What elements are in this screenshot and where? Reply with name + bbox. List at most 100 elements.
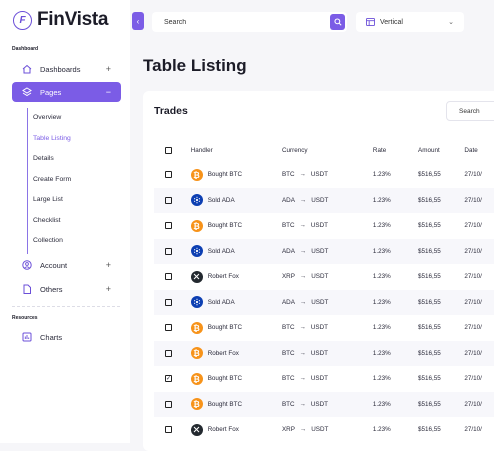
- currency-to: USDT: [310, 324, 329, 332]
- row-checkbox[interactable]: [165, 324, 172, 332]
- date-cell: 27/10/: [464, 400, 482, 408]
- row-checkbox[interactable]: [165, 222, 172, 230]
- handler-name: Robert Fox: [207, 273, 239, 281]
- search-button[interactable]: [330, 14, 345, 30]
- row-checkbox[interactable]: ✓: [165, 375, 172, 383]
- handler-name: Sold ADA: [207, 247, 235, 255]
- subnav-item-details[interactable]: Details: [33, 155, 54, 162]
- table-row[interactable]: Sold ADA ADA → USDT 1.23% $516,55 27/10/: [154, 238, 494, 264]
- arrow-right-icon: →: [299, 324, 306, 332]
- table-row[interactable]: Sold ADA ADA → USDT 1.23% $516,55 27/10/: [154, 289, 494, 315]
- sidebar-collapse-button[interactable]: ‹: [132, 12, 144, 30]
- table-row[interactable]: ✓ ₿ Bought BTC BTC → USDT 1.23% $516,55 27/10/: [154, 366, 494, 392]
- ripple-icon: [190, 270, 203, 283]
- subnav-item-table-listing[interactable]: Table Listing: [33, 135, 71, 142]
- amount-cell: $516,55: [418, 375, 441, 383]
- currency-pair: BTC → USDT: [282, 222, 373, 229]
- row-checkbox[interactable]: [165, 298, 172, 306]
- amount-cell: $516,55: [418, 400, 441, 408]
- table-row[interactable]: ₿ Bought BTC BTC → USDT 1.23% $516,55 27/10/: [154, 391, 494, 417]
- handler-cell: Sold ADA: [190, 245, 282, 258]
- table-row[interactable]: ₿ Bought BTC BTC → USDT 1.23% $516,55 27/10/: [154, 213, 494, 239]
- row-checkbox[interactable]: [165, 247, 172, 255]
- rate-cell: 1.23%: [372, 273, 391, 281]
- subnav-item-create-form[interactable]: Create Form: [33, 176, 71, 183]
- bitcoin-icon: ₿: [190, 321, 203, 334]
- sidebar-item-charts[interactable]: Charts: [12, 327, 121, 347]
- select-all-checkbox[interactable]: [165, 147, 172, 154]
- search-bar: [152, 12, 347, 32]
- expand-icon[interactable]: +: [106, 284, 111, 294]
- sidebar-item-pages[interactable]: Pages −: [12, 82, 121, 102]
- expand-icon[interactable]: +: [106, 64, 111, 74]
- currency-pair: BTC → USDT: [282, 171, 373, 178]
- row-checkbox[interactable]: [165, 171, 172, 179]
- table-row[interactable]: Robert Fox XRP → USDT 1.23% $516,55 27/10/: [154, 417, 494, 443]
- currency-pair: XRP → USDT: [282, 273, 373, 280]
- currency-pair: XRP → USDT: [282, 426, 373, 433]
- section-label-dashboard: Dashboard: [12, 46, 39, 52]
- subnav-item-checklist[interactable]: Checklist: [33, 217, 61, 224]
- currency-from: ADA: [281, 298, 295, 306]
- cardano-icon: [190, 245, 203, 258]
- handler-cell: ₿ Bought BTC: [190, 168, 282, 181]
- row-checkbox[interactable]: [165, 273, 172, 281]
- date-cell: 27/10/: [464, 375, 482, 383]
- table-search-input[interactable]: Search: [446, 101, 494, 121]
- search-input[interactable]: [164, 18, 314, 26]
- sidebar-item-label: Account: [40, 260, 68, 270]
- arrow-right-icon: →: [299, 273, 307, 281]
- column-header-handler[interactable]: Handler: [191, 139, 282, 162]
- rate-cell: 1.23%: [372, 324, 391, 332]
- ripple-icon: [190, 423, 203, 436]
- currency-from: XRP: [281, 426, 295, 434]
- sidebar-item-account[interactable]: Account +: [12, 255, 121, 275]
- rate-cell: 1.23%: [372, 171, 391, 179]
- row-checkbox[interactable]: [165, 349, 172, 357]
- expand-icon[interactable]: +: [106, 260, 111, 270]
- column-header-date[interactable]: Date: [464, 139, 494, 162]
- arrow-right-icon: →: [299, 426, 307, 434]
- table-row[interactable]: ₿ Bought BTC BTC → USDT 1.23% $516,55 27/10/: [154, 162, 494, 188]
- section-label-resources: Resources: [12, 315, 38, 321]
- column-header-amount[interactable]: Amount: [418, 139, 464, 162]
- layout-select[interactable]: Vertical ⌄: [356, 12, 464, 32]
- subnav-item-collection[interactable]: Collection: [33, 237, 63, 244]
- logo[interactable]: F FinVista: [13, 9, 108, 31]
- currency-from: BTC: [281, 375, 295, 383]
- subnav-item-overview[interactable]: Overview: [33, 114, 61, 121]
- rate-cell: 1.23%: [372, 375, 391, 383]
- row-checkbox[interactable]: [165, 426, 172, 434]
- sidebar: F FinVista Dashboard Dashboards + Pages …: [0, 0, 130, 443]
- subnav-item-large-list[interactable]: Large List: [33, 196, 63, 203]
- cardano-icon: [190, 194, 203, 207]
- column-header-rate[interactable]: Rate: [373, 139, 418, 162]
- table-row[interactable]: Sold ADA ADA → USDT 1.23% $516,55 27/10/: [154, 187, 494, 213]
- bitcoin-icon: ₿: [190, 347, 203, 360]
- chevron-down-icon: ⌄: [448, 19, 454, 26]
- sidebar-item-label: Dashboards: [40, 64, 81, 74]
- arrow-right-icon: →: [299, 196, 307, 204]
- svg-text:₿: ₿: [193, 375, 200, 383]
- column-header-currency[interactable]: Currency: [282, 139, 373, 162]
- handler-cell: Robert Fox: [190, 423, 282, 436]
- date-cell: 27/10/: [464, 196, 482, 204]
- date-cell: 27/10/: [464, 426, 482, 434]
- layout-icon: [366, 18, 375, 26]
- bitcoin-icon: ₿: [190, 372, 203, 385]
- table-row[interactable]: ₿ Bought BTC BTC → USDT 1.23% $516,55 27/10/: [154, 315, 494, 341]
- handler-name: Robert Fox: [207, 426, 239, 434]
- collapse-icon[interactable]: −: [106, 87, 111, 97]
- bitcoin-icon: ₿: [190, 398, 203, 411]
- row-checkbox[interactable]: [165, 400, 172, 408]
- sidebar-item-others[interactable]: Others +: [12, 279, 121, 299]
- currency-from: XRP: [281, 273, 295, 281]
- amount-cell: $516,55: [418, 222, 441, 230]
- table-row[interactable]: ₿ Robert Fox BTC → USDT 1.23% $516,55 27/10/: [154, 340, 494, 366]
- currency-from: BTC: [281, 324, 295, 332]
- handler-name: Bought BTC: [207, 222, 243, 230]
- table-row[interactable]: Robert Fox XRP → USDT 1.23% $516,55 27/10/: [154, 264, 494, 290]
- row-checkbox[interactable]: [165, 196, 172, 204]
- sidebar-item-dashboards[interactable]: Dashboards +: [12, 59, 121, 79]
- currency-to: USDT: [310, 222, 329, 230]
